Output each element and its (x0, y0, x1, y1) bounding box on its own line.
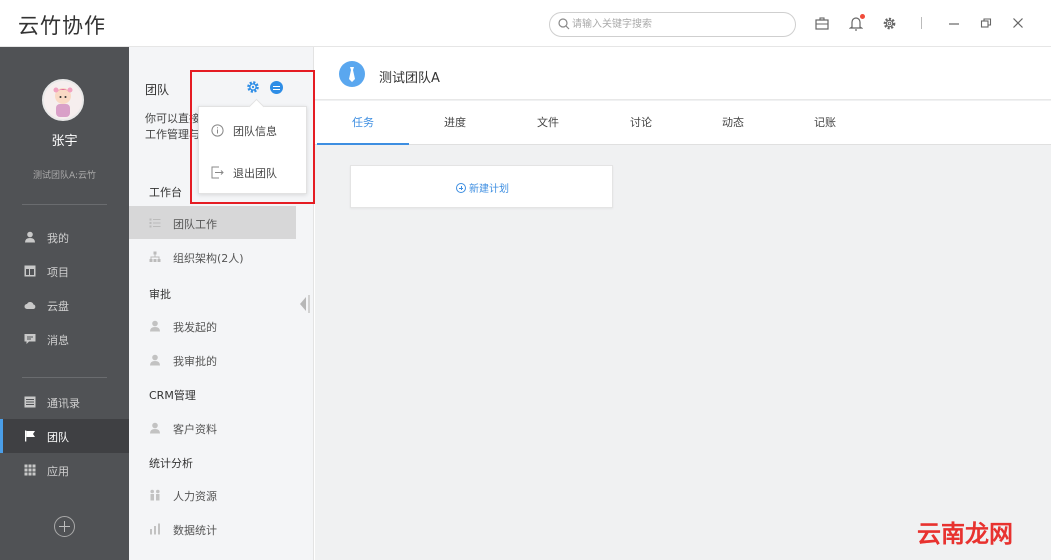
title-bar: 云竹协作 (0, 0, 1051, 47)
user-name: 张宇 (51, 134, 78, 149)
tab-tasks[interactable]: 任务 (317, 101, 409, 145)
project-icon (24, 265, 36, 277)
user-icon (25, 231, 35, 243)
restore-button[interactable] (977, 14, 995, 32)
new-plan-label: 新建计划 (469, 184, 509, 195)
app-window: 云竹协作 请输入关键字搜索 张宇 测试团队A:云竹 我的 项目 云盘 消息 通讯… (0, 0, 1051, 560)
sidebar-divider (22, 204, 107, 205)
sidebar-item-label: 团队 (47, 431, 69, 444)
flag-icon (25, 430, 35, 442)
bar-chart-icon (150, 523, 160, 535)
main-content: 测试团队A 任务 进度 文件 讨论 动态 记账 新建计划 (315, 47, 1051, 560)
close-icon (1013, 18, 1023, 28)
sidebar-item-apps[interactable]: 应用 (0, 453, 129, 487)
sidebar-item-label: 云盘 (47, 300, 69, 313)
sidebar-item-cloud[interactable]: 云盘 (0, 288, 129, 322)
annotation-highlight-box (190, 70, 315, 204)
search-input[interactable] (572, 16, 787, 33)
section-head-statistics: 统计分析 (149, 457, 193, 470)
current-team-label: 测试团队A:云竹 (32, 171, 97, 181)
sidebar-item-team[interactable]: 团队 (0, 419, 129, 453)
panel-item-label: 客户资料 (173, 423, 217, 436)
sidebar-item-label: 项目 (47, 266, 69, 279)
org-chart-icon (149, 251, 161, 262)
section-head-approval: 审批 (149, 288, 171, 301)
contacts-icon (24, 396, 36, 408)
plus-circle-icon (456, 183, 466, 193)
search-box[interactable] (549, 12, 796, 37)
user-icon (150, 320, 160, 332)
avatar[interactable] (42, 79, 84, 121)
panel-item-label: 我审批的 (173, 355, 217, 368)
notification-button[interactable] (847, 14, 865, 32)
sidebar-item-message[interactable]: 消息 (0, 322, 129, 356)
sidebar-item-mine[interactable]: 我的 (0, 220, 129, 254)
sidebar-item-contacts[interactable]: 通讯录 (0, 385, 129, 419)
user-icon (150, 422, 160, 434)
new-plan-button[interactable]: 新建计划 (350, 165, 613, 208)
tab-activity[interactable]: 动态 (687, 101, 779, 145)
sidebar-item-label: 我的 (47, 232, 69, 245)
panel-item-initiated-by-me[interactable]: 我发起的 (129, 309, 296, 342)
panel-item-label: 团队工作 (173, 218, 217, 231)
section-head-crm: CRM管理 (149, 389, 196, 402)
sidebar-divider (22, 377, 107, 378)
gear-icon (883, 17, 895, 29)
avatar-illustration-icon (44, 81, 82, 119)
section-head-workbench: 工作台 (149, 186, 182, 199)
grid-icon (24, 464, 36, 476)
panel-item-label: 数据统计 (173, 524, 217, 537)
tab-files[interactable]: 文件 (502, 101, 594, 145)
cloud-icon (24, 302, 36, 309)
tab-discussion[interactable]: 讨论 (595, 101, 687, 145)
panel-item-team-work[interactable]: 团队工作 (129, 206, 296, 239)
tab-bar: 任务 进度 文件 讨论 动态 记账 (315, 101, 1051, 145)
message-icon (24, 334, 36, 344)
team-name: 测试团队A (379, 71, 440, 86)
panel-title: 团队 (145, 83, 170, 97)
sidebar-item-project[interactable]: 项目 (0, 254, 129, 288)
toolbar-separator (921, 17, 922, 29)
settings-button[interactable] (880, 14, 898, 32)
panel-item-label: 我发起的 (173, 321, 217, 334)
team-logo (339, 61, 365, 87)
user-icon (150, 354, 160, 366)
panel-item-label: 组织架构(2人) (173, 252, 244, 265)
panel-item-approved-by-me[interactable]: 我审批的 (129, 343, 296, 376)
sidebar-item-label: 通讯录 (47, 397, 80, 410)
new-plan-content: 新建计划 (351, 180, 614, 195)
notification-dot (860, 14, 865, 19)
search-icon (558, 18, 570, 30)
restore-icon (980, 18, 992, 28)
panel-item-human-resources[interactable]: 人力资源 (129, 478, 296, 511)
main-sidebar: 张宇 测试团队A:云竹 我的 项目 云盘 消息 通讯录 团队 应用 (0, 47, 129, 560)
team-header: 测试团队A (315, 47, 1051, 100)
briefcase-icon (815, 16, 829, 30)
collapse-panel-icon[interactable] (299, 295, 311, 313)
panel-item-org-structure[interactable]: 组织架构(2人) (129, 240, 296, 273)
close-button[interactable] (1009, 14, 1027, 32)
sidebar-item-label: 应用 (47, 465, 69, 478)
sidebar-item-label: 消息 (47, 334, 69, 347)
people-icon (150, 489, 160, 501)
briefcase-button[interactable] (813, 14, 831, 32)
minimize-icon (949, 23, 959, 25)
minimize-button[interactable] (945, 14, 963, 32)
panel-item-customer-info[interactable]: 客户资料 (129, 411, 296, 444)
watermark: 云南龙网 (917, 520, 1013, 548)
tab-progress[interactable]: 进度 (409, 101, 501, 145)
panel-item-label: 人力资源 (173, 490, 217, 503)
add-button[interactable] (54, 516, 75, 537)
app-title: 云竹协作 (18, 14, 106, 38)
tab-accounting[interactable]: 记账 (779, 101, 871, 145)
panel-item-data-statistics[interactable]: 数据统计 (129, 512, 296, 545)
tie-icon (349, 67, 355, 82)
list-icon (149, 218, 161, 228)
